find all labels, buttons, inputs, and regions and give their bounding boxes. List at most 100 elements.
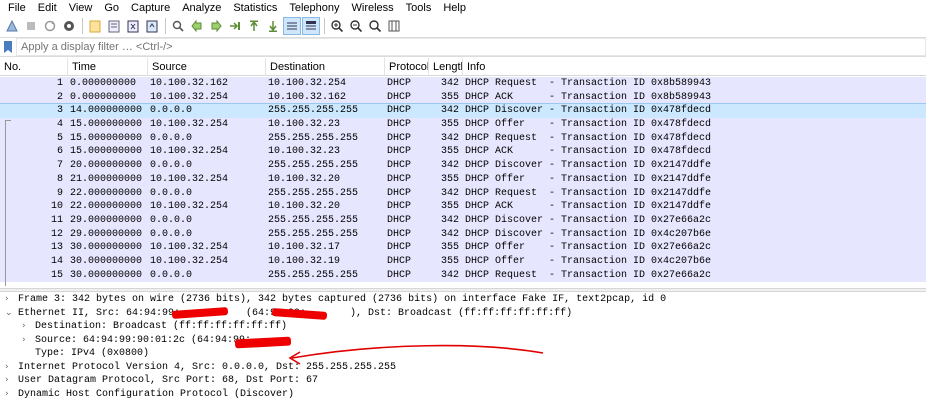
- toolbar-separator: [82, 18, 83, 34]
- packet-list-header: No. Time Source Destination Protocol Len…: [0, 58, 926, 76]
- packet-cell-info: DHCP Offer - Transaction ID 0x2147ddfe: [465, 173, 712, 185]
- packet-row[interactable]: 15 30.000000000 0.0.0.0 255.255.255.255 DHCP…: [0, 268, 926, 283]
- packet-cell-info: DHCP Discover - Transaction ID 0x2147ddf…: [465, 160, 712, 172]
- column-header-source[interactable]: Source: [148, 58, 266, 76]
- packet-cell-source: 10.100.32.162: [150, 78, 229, 89]
- colorize-icon[interactable]: [302, 17, 320, 35]
- menu-statistics[interactable]: Statistics: [227, 0, 283, 16]
- column-header-destination[interactable]: Destination: [266, 58, 385, 76]
- detail-eth-type[interactable]: Type: IPv4 (0x0800): [0, 347, 926, 361]
- resize-columns-icon[interactable]: [385, 17, 403, 35]
- column-header-info[interactable]: Info: [463, 58, 926, 76]
- detail-ethernet[interactable]: ⌄ Ethernet II, Src: 64:94:99: (64:94:99:…: [0, 307, 926, 321]
- menu-capture[interactable]: Capture: [125, 0, 176, 16]
- detail-eth-source[interactable]: › Source: 64:94:99:90:01:2c (64:94:99:: [0, 334, 926, 348]
- options-gear-icon[interactable]: [60, 17, 78, 35]
- expand-arrow-icon[interactable]: ›: [22, 334, 32, 348]
- stop-icon[interactable]: [22, 17, 40, 35]
- packet-row[interactable]: 3 14.000000000 0.0.0.0 255.255.255.255 DHCP 3…: [0, 103, 926, 120]
- detail-eth-destination[interactable]: › Destination: Broadcast (ff:ff:ff:ff:ff…: [0, 320, 926, 334]
- packet-row[interactable]: 12 29.000000000 0.0.0.0 255.255.255.255 DHCP…: [0, 227, 926, 242]
- detail-source-text: Source: 64:94:99:90:01:2c (64:94:99:: [35, 334, 252, 346]
- packet-cell-source: 0.0.0.0: [150, 160, 193, 172]
- display-filter-input[interactable]: [16, 38, 926, 56]
- packet-row[interactable]: 7 20.000000000 0.0.0.0 255.255.255.255 DHCP 3…: [0, 159, 926, 173]
- detail-dhcp-text: Dynamic Host Configuration Protocol (Dis…: [18, 388, 295, 400]
- packet-cell-info: DHCP Offer - Transaction ID 0x478fdecd: [465, 119, 712, 131]
- packet-cell-info: DHCP ACK - Transaction ID 0x2147ddfe: [465, 201, 712, 213]
- column-header-no[interactable]: No.: [0, 58, 68, 76]
- column-header-length[interactable]: Length: [429, 58, 463, 76]
- menu-analyze[interactable]: Analyze: [176, 0, 227, 16]
- packet-row[interactable]: 13 30.000000000 10.100.32.254 10.100.32.17 D…: [0, 241, 926, 255]
- menu-file[interactable]: File: [2, 0, 32, 16]
- restart-icon[interactable]: [41, 17, 59, 35]
- menu-wireless[interactable]: Wireless: [346, 0, 400, 16]
- expand-arrow-icon[interactable]: ›: [5, 361, 15, 375]
- packet-cell-protocol: DHCP: [387, 160, 412, 172]
- packet-cell-protocol: DHCP: [387, 255, 412, 267]
- normal-size-icon[interactable]: [366, 17, 384, 35]
- open-file-icon[interactable]: [86, 17, 104, 35]
- ethernet-src-prefix: Ethernet II, Src: 64:94:99:: [18, 307, 181, 319]
- menu-go[interactable]: Go: [98, 0, 125, 16]
- expand-arrow-icon[interactable]: ›: [5, 293, 15, 307]
- packet-cell-source: 0.0.0.0: [150, 228, 193, 240]
- menu-help[interactable]: Help: [437, 0, 472, 16]
- go-forward-icon[interactable]: [207, 17, 225, 35]
- autoscroll-icon[interactable]: [283, 17, 301, 35]
- packet-row[interactable]: 14 30.000000000 10.100.32.254 10.100.32.19 D…: [0, 254, 926, 269]
- detail-dhcp[interactable]: › Dynamic Host Configuration Protocol (D…: [0, 388, 926, 402]
- packet-row[interactable]: 9 22.000000000 0.0.0.0 255.255.255.255 DHCP 3…: [0, 186, 926, 201]
- expand-arrow-icon[interactable]: ›: [22, 320, 32, 334]
- packet-row[interactable]: 11 29.000000000 0.0.0.0 255.255.255.255 DHCP…: [0, 213, 926, 228]
- detail-ip-text: Internet Protocol Version 4, Src: 0.0.0.…: [18, 361, 397, 373]
- main-toolbar: [0, 16, 926, 36]
- packet-cell-destination: 255.255.255.255: [268, 214, 359, 226]
- packet-cell-time: 15.000000000: [70, 119, 143, 131]
- save-file-icon[interactable]: [105, 17, 123, 35]
- bookmark-icon[interactable]: [0, 38, 16, 56]
- packet-cell-time: 15.000000000: [70, 146, 143, 158]
- packet-cell-destination: 255.255.255.255: [268, 269, 359, 281]
- reload-icon[interactable]: [143, 17, 161, 35]
- packet-cell-destination: 10.100.32.19: [268, 255, 341, 267]
- go-first-icon[interactable]: [245, 17, 263, 35]
- menu-telephony[interactable]: Telephony: [283, 0, 345, 16]
- packet-row[interactable]: 1 0.000000000 10.100.32.162 10.100.32.254 DH…: [0, 77, 926, 91]
- column-header-protocol[interactable]: Protocol: [385, 58, 429, 76]
- packet-cell-length: 355: [440, 146, 459, 158]
- expand-arrow-icon[interactable]: ›: [5, 374, 15, 388]
- collapse-arrow-icon[interactable]: ⌄: [5, 307, 15, 321]
- packet-row[interactable]: 8 21.000000000 10.100.32.254 10.100.32.20 DH…: [0, 172, 926, 187]
- packet-row[interactable]: 5 15.000000000 0.0.0.0 255.255.255.255 DHCP 3…: [0, 131, 926, 146]
- go-to-packet-icon[interactable]: [226, 17, 244, 35]
- menu-edit[interactable]: Edit: [32, 0, 63, 16]
- packet-cell-length: 355: [440, 91, 459, 103]
- packet-cell-source: 10.100.32.254: [150, 201, 229, 213]
- close-file-icon[interactable]: [124, 17, 142, 35]
- menu-tools[interactable]: Tools: [400, 0, 438, 16]
- detail-ip[interactable]: › Internet Protocol Version 4, Src: 0.0.…: [0, 361, 926, 375]
- packet-cell-destination: 255.255.255.255: [268, 132, 359, 144]
- packet-row[interactable]: 2 0.000000000 10.100.32.254 10.100.32.162 DH…: [0, 90, 926, 105]
- column-header-time[interactable]: Time: [68, 58, 148, 76]
- detail-frame[interactable]: › Frame 3: 342 bytes on wire (2736 bits)…: [0, 293, 926, 307]
- go-back-icon[interactable]: [188, 17, 206, 35]
- detail-udp[interactable]: › User Datagram Protocol, Src Port: 68, …: [0, 374, 926, 388]
- shark-fin-icon[interactable]: [3, 17, 21, 35]
- menu-view[interactable]: View: [63, 0, 99, 16]
- zoom-out-icon[interactable]: [347, 17, 365, 35]
- pane-splitter[interactable]: [0, 288, 926, 292]
- packet-row[interactable]: 4 15.000000000 10.100.32.254 10.100.32.23 DH…: [0, 118, 926, 132]
- find-packet-icon[interactable]: [169, 17, 187, 35]
- ethernet-dst: ), Dst: Broadcast (ff:ff:ff:ff:ff:ff): [350, 307, 573, 319]
- packet-rows: 1 0.000000000 10.100.32.162 10.100.32.254 DH…: [0, 77, 926, 283]
- packet-cell-destination: 255.255.255.255: [268, 160, 359, 172]
- packet-row[interactable]: 10 22.000000000 10.100.32.254 10.100.32.20 D…: [0, 200, 926, 214]
- expand-arrow-icon[interactable]: ›: [5, 388, 15, 402]
- zoom-in-icon[interactable]: [328, 17, 346, 35]
- packet-cell-length: 342: [440, 78, 459, 89]
- packet-row[interactable]: 6 15.000000000 10.100.32.254 10.100.32.23 DH…: [0, 145, 926, 160]
- go-last-icon[interactable]: [264, 17, 282, 35]
